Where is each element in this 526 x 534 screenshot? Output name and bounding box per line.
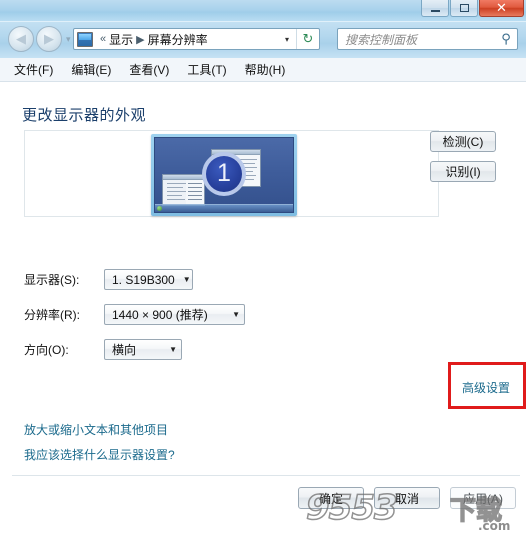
window-controls: ✕ [420, 0, 524, 17]
identify-button[interactable]: 识别(I) [430, 161, 496, 182]
search-input[interactable]: 搜索控制面板 [345, 31, 495, 48]
screen-resolution-window: ✕ ◀ ▶ ▾ « 显示 ▶ 屏幕分辨率 ▾ ↻ 搜索控制面板 ⚲ 文件(F) … [0, 0, 526, 534]
footer-button-group: 确定 取消 应用(A) [288, 487, 516, 509]
close-button[interactable]: ✕ [479, 0, 524, 17]
page-title: 更改显示器的外观 [22, 107, 147, 124]
mini-text-line [167, 191, 186, 192]
nav-button-group: ◀ ▶ ▾ [8, 26, 71, 52]
menu-item-help[interactable]: 帮助(H) [245, 61, 286, 78]
address-dropdown-icon[interactable]: ▾ [278, 35, 296, 44]
menu-item-tools[interactable]: 工具(T) [187, 61, 226, 78]
monitor-screen: 1 [154, 137, 294, 213]
content-area: 更改显示器的外观 1 检测(C) 识别(I) 显示器(S): 1. S19B30… [0, 82, 526, 534]
nav-history-caret-icon[interactable]: ▾ [66, 34, 71, 45]
monitor-preview-panel: 1 [24, 130, 439, 217]
close-icon: ✕ [496, 0, 507, 16]
breadcrumb-chevron-icon: ▶ [136, 33, 145, 46]
maximize-icon [459, 4, 469, 12]
chevron-down-icon: ▼ [182, 275, 191, 284]
chevron-down-icon: ▼ [169, 345, 177, 354]
back-button[interactable]: ◀ [8, 26, 34, 52]
footer-divider [12, 475, 520, 476]
mini-body [163, 180, 204, 205]
display-dropdown-value: 1. S19B300 [112, 272, 175, 287]
mini-text-line [187, 191, 202, 192]
breadcrumb-item-display[interactable]: 显示 [109, 31, 133, 48]
mini-text-line [167, 195, 182, 196]
monitor-number-badge: 1 [202, 151, 246, 196]
orientation-dropdown-value: 横向 [112, 343, 137, 357]
search-icon: ⚲ [501, 31, 511, 46]
resolution-dropdown[interactable]: 1440 × 900 (推荐) ▼ [104, 304, 245, 325]
address-bar[interactable]: « 显示 ▶ 屏幕分辨率 ▾ ↻ [73, 28, 320, 50]
monitor-thumbnail[interactable]: 1 [151, 134, 297, 216]
resolution-label: 分辨率(R): [24, 308, 80, 322]
menu-bar: 文件(F) 编辑(E) 查看(V) 工具(T) 帮助(H) [0, 58, 526, 82]
preview-taskbar [155, 204, 293, 212]
breadcrumb: « 显示 ▶ 屏幕分辨率 [97, 31, 278, 48]
mini-text-line [187, 195, 202, 196]
orientation-dropdown[interactable]: 横向 ▼ [104, 339, 182, 360]
menu-item-edit[interactable]: 编辑(E) [71, 61, 111, 78]
minimize-button[interactable] [421, 0, 449, 17]
mini-text-line [187, 183, 202, 184]
desktop-window-thumbnail-document [162, 174, 205, 206]
display-row: 显示器(S): 1. S19B300 ▼ [24, 269, 193, 290]
start-orb-icon [157, 206, 162, 211]
mini-text-line [187, 187, 202, 188]
text-size-link[interactable]: 放大或缩小文本和其他项目 [24, 421, 168, 438]
display-label: 显示器(S): [24, 273, 80, 287]
detect-button[interactable]: 检测(C) [430, 131, 496, 152]
mini-text-line [167, 183, 186, 184]
display-icon [77, 31, 93, 47]
cancel-button[interactable]: 取消 [374, 487, 440, 509]
menu-item-view[interactable]: 查看(V) [129, 61, 169, 78]
which-settings-link[interactable]: 我应该选择什么显示器设置? [24, 446, 175, 463]
mini-text-line [167, 187, 184, 188]
maximize-button[interactable] [450, 0, 478, 17]
mini-text-line [167, 199, 186, 200]
advanced-settings-link[interactable]: 高级设置 [462, 379, 510, 396]
breadcrumb-item-screen-resolution[interactable]: 屏幕分辨率 [148, 31, 208, 48]
apply-button[interactable]: 应用(A) [450, 487, 516, 509]
search-box[interactable]: 搜索控制面板 ⚲ [337, 28, 518, 50]
menu-item-file[interactable]: 文件(F) [14, 61, 53, 78]
resolution-row: 分辨率(R): 1440 × 900 (推荐) ▼ [24, 304, 245, 325]
display-dropdown[interactable]: 1. S19B300 ▼ [104, 269, 193, 290]
refresh-icon[interactable]: ↻ [296, 29, 319, 49]
forward-button[interactable]: ▶ [36, 26, 62, 52]
minimize-icon [430, 9, 440, 12]
orientation-row: 方向(O): 横向 ▼ [24, 339, 182, 360]
forward-arrow-icon: ▶ [44, 31, 54, 47]
chevron-down-icon: ▼ [232, 310, 240, 319]
navigation-bar: ◀ ▶ ▾ « 显示 ▶ 屏幕分辨率 ▾ ↻ 搜索控制面板 ⚲ [0, 22, 526, 58]
mini-text-line [187, 199, 202, 200]
breadcrumb-overflow-icon[interactable]: « [100, 33, 106, 45]
resolution-dropdown-value: 1440 × 900 (推荐) [112, 308, 208, 322]
ok-button[interactable]: 确定 [298, 487, 364, 509]
title-bar: ✕ [0, 0, 526, 22]
back-arrow-icon: ◀ [16, 31, 26, 47]
orientation-label: 方向(O): [24, 343, 69, 357]
